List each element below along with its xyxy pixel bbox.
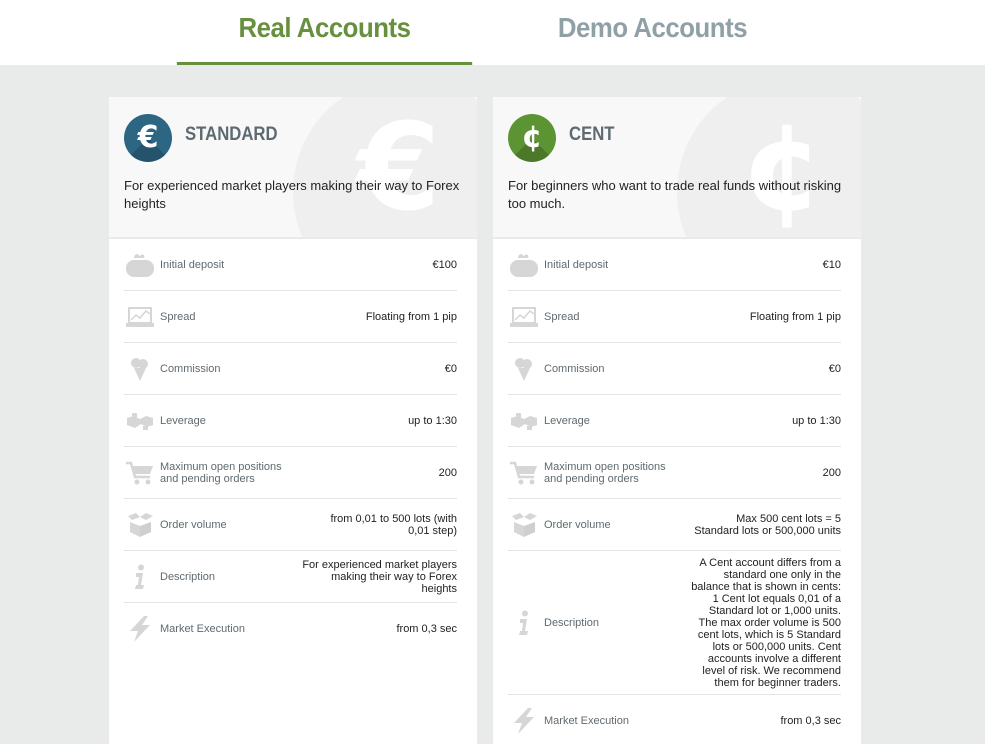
spec-label: Spread xyxy=(544,310,580,323)
info-icon xyxy=(126,564,154,590)
spec-value: A Cent account differs from a standard o… xyxy=(691,556,841,689)
info-icon xyxy=(510,610,538,636)
spec-row-initial-deposit: Initial deposit €10 xyxy=(508,239,841,291)
spec-value: €0 xyxy=(444,362,457,375)
spec-row-commission: Commission €0 xyxy=(124,343,457,395)
cart-icon xyxy=(126,460,154,486)
spec-value: €0 xyxy=(828,362,841,375)
card-header: ¢ ¢ CENT For beginners who want to trade… xyxy=(493,97,861,239)
spec-value: from 0,3 sec xyxy=(396,623,457,635)
spec-value: Floating from 1 pip xyxy=(749,310,841,323)
spec-list: Initial deposit €10 Spread Floating from… xyxy=(493,239,861,744)
spec-label: Order volume xyxy=(544,518,611,531)
spec-label: Maximum open positions and pending order… xyxy=(544,460,666,485)
spec-row-market-execution: Market Execution from 0,3 sec xyxy=(508,695,841,744)
spec-label: Spread xyxy=(160,310,196,323)
spec-row-leverage: Leverage up to 1:30 xyxy=(508,395,841,447)
spec-row-description: Description For experienced market playe… xyxy=(124,551,457,603)
spec-row-initial-deposit: Initial deposit €100 xyxy=(124,239,457,291)
spec-value: from 0,3 sec xyxy=(780,715,841,727)
spec-value: Max 500 cent lots = 5 Standard lots or 5… xyxy=(694,512,841,537)
spec-row-spread: Spread Floating from 1 pip xyxy=(124,291,457,343)
card-description: For beginners who want to trade real fun… xyxy=(508,178,842,211)
account-tabs: Real Accounts Demo Accounts xyxy=(0,0,985,65)
boxes-icon xyxy=(126,512,154,538)
ice-cream-icon xyxy=(126,356,154,382)
spec-row-market-execution: Market Execution from 0,3 sec xyxy=(124,603,457,655)
wallet-icon xyxy=(126,252,154,278)
spec-label: Commission xyxy=(160,362,221,375)
card-title: STANDARD xyxy=(185,124,278,145)
spec-row-commission: Commission €0 xyxy=(508,343,841,395)
spec-row-leverage: Leverage up to 1:30 xyxy=(124,395,457,447)
spec-value: €100 xyxy=(432,258,457,271)
spec-value: up to 1:30 xyxy=(792,414,841,427)
spec-value: from 0,01 to 500 lots (with 0,01 step) xyxy=(330,512,457,537)
cent-icon: ¢ xyxy=(508,114,556,162)
spec-label: Leverage xyxy=(160,414,206,427)
tab-demo-accounts[interactable]: Demo Accounts xyxy=(505,10,800,65)
spec-value: Floating from 1 pip xyxy=(365,310,457,323)
spec-label: Market Execution xyxy=(160,623,245,635)
spec-row-max-positions: Maximum open positions and pending order… xyxy=(124,447,457,499)
tab-real-accounts[interactable]: Real Accounts xyxy=(176,10,473,65)
cent-account-card: ¢ ¢ CENT For beginners who want to trade… xyxy=(493,97,861,744)
spec-row-order-volume: Order volume Max 500 cent lots = 5 Stand… xyxy=(508,499,841,551)
card-description: For experienced market players making th… xyxy=(124,178,460,211)
card-title: CENT xyxy=(569,124,615,145)
handshake-icon xyxy=(510,408,538,434)
spec-label: Commission xyxy=(544,362,605,375)
lightning-icon xyxy=(126,616,154,642)
lightning-icon xyxy=(510,708,538,734)
spec-value: 200 xyxy=(822,466,841,479)
card-header: € € STANDARD For experienced market play… xyxy=(109,97,477,239)
spec-row-order-volume: Order volume from 0,01 to 500 lots (with… xyxy=(124,499,457,551)
ice-cream-icon xyxy=(510,356,538,382)
spec-value: 200 xyxy=(438,466,457,479)
spec-value: €10 xyxy=(822,258,841,271)
spec-label: Initial deposit xyxy=(544,258,609,271)
boxes-icon xyxy=(510,512,538,538)
spec-label: Maximum open positions and pending order… xyxy=(160,460,282,485)
spec-label: Market Execution xyxy=(544,715,629,727)
spec-label: Initial deposit xyxy=(160,258,225,271)
spec-row-description: Description A Cent account differs from … xyxy=(508,551,841,695)
handshake-icon xyxy=(126,408,154,434)
spec-label: Order volume xyxy=(160,518,227,531)
spec-label: Leverage xyxy=(544,414,590,427)
euro-icon: € xyxy=(124,114,172,162)
spec-row-max-positions: Maximum open positions and pending order… xyxy=(508,447,841,499)
standard-account-card: € € STANDARD For experienced market play… xyxy=(109,97,477,744)
wallet-icon xyxy=(510,252,538,278)
spec-value: up to 1:30 xyxy=(408,414,457,427)
chart-icon xyxy=(126,304,154,330)
chart-icon xyxy=(510,304,538,330)
spec-label: Description xyxy=(160,570,216,583)
spec-label: Description xyxy=(544,616,600,629)
spec-list: Initial deposit €100 Spread Floating fro… xyxy=(109,239,477,655)
spec-value: For experienced market players making th… xyxy=(302,558,457,595)
cart-icon xyxy=(510,460,538,486)
spec-row-spread: Spread Floating from 1 pip xyxy=(508,291,841,343)
